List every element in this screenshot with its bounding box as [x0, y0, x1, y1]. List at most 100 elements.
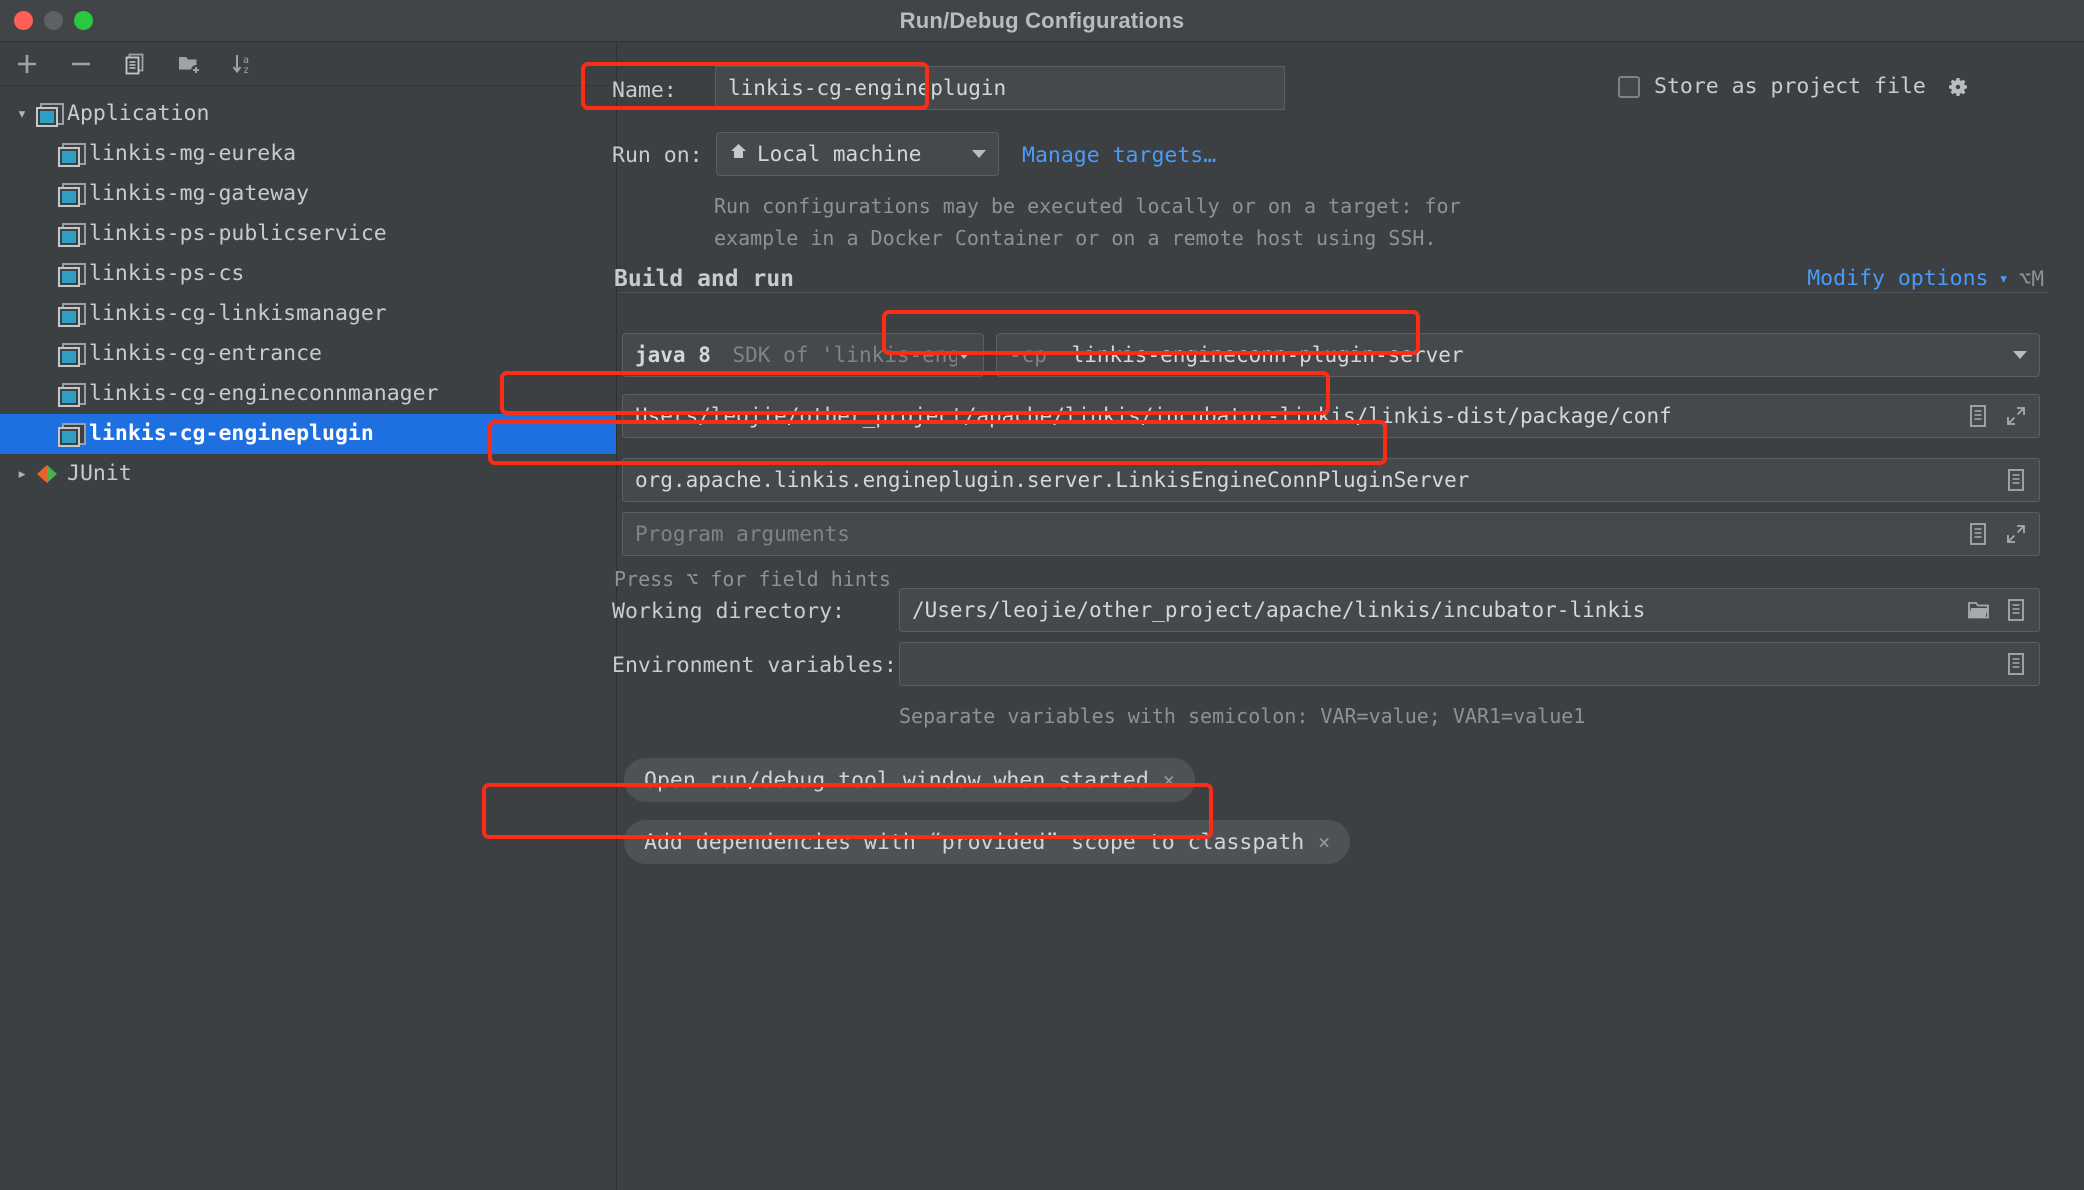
- sort-alphabetically-button[interactable]: a z: [226, 47, 260, 81]
- run-on-dropdown[interactable]: Local machine: [716, 132, 999, 176]
- application-icon: [58, 263, 86, 287]
- classpath-module-dropdown[interactable]: -cp linkis-engineconn-plugin-server: [996, 333, 2040, 377]
- vm-options-input[interactable]: Users/leojie/other_project/apache/linkis…: [622, 394, 2040, 438]
- sidebar-toolbar: a z: [0, 42, 616, 86]
- expand-editor-icon[interactable]: [2005, 405, 2027, 427]
- chevron-right-icon[interactable]: ▸: [8, 464, 36, 484]
- program-arguments-placeholder: Program arguments: [635, 522, 850, 546]
- tree-item-junit[interactable]: ▸ JUnit: [0, 454, 616, 494]
- store-as-project-file-label: Store as project file: [1654, 74, 1926, 99]
- tree-item-label: Application: [67, 101, 210, 127]
- add-configuration-button[interactable]: [10, 47, 44, 81]
- close-icon[interactable]: ×: [1318, 830, 1330, 854]
- classpath-prefix: -cp: [1009, 343, 1047, 367]
- titlebar: Run/Debug Configurations: [0, 0, 2084, 42]
- tree-item-label: linkis-cg-engineplugin: [89, 421, 374, 447]
- tree-item-linkis-cg-entrance[interactable]: linkis-cg-entrance: [0, 334, 616, 374]
- jdk-dropdown[interactable]: java 8 SDK of 'linkis-engin: [622, 333, 984, 377]
- modify-options-shortcut: ⌥M: [2018, 266, 2044, 291]
- window-controls[interactable]: [14, 11, 93, 30]
- chevron-down-icon[interactable]: [957, 351, 971, 359]
- jdk-description: SDK of 'linkis-engin: [732, 343, 957, 367]
- run-on-value: Local machine: [757, 142, 922, 166]
- macro-list-icon[interactable]: [1967, 522, 1989, 546]
- gear-icon[interactable]: [1946, 75, 1970, 99]
- tree-item-application[interactable]: ▾ Application: [0, 94, 616, 134]
- application-icon: [58, 143, 86, 167]
- chevron-down-icon[interactable]: [2013, 351, 2027, 359]
- run-debug-configurations-window: Run/Debug Configurations a z ▾ Applicati…: [0, 0, 2084, 1190]
- chip-open-run-debug-tool-window[interactable]: Open run/debug tool window when started …: [624, 758, 1195, 802]
- application-icon: [58, 343, 86, 367]
- tree-item-linkis-mg-gateway[interactable]: linkis-mg-gateway: [0, 174, 616, 214]
- chevron-down-icon[interactable]: ▾: [1998, 269, 2008, 289]
- environment-variables-hint: Separate variables with semicolon: VAR=v…: [899, 704, 1586, 728]
- configurations-tree: ▾ Application linkis-mg-eureka linkis-mg…: [0, 86, 616, 494]
- name-input[interactable]: linkis-cg-engineplugin: [715, 66, 1285, 110]
- configurations-sidebar: a z ▾ Application linkis-mg-eureka linki…: [0, 42, 617, 1190]
- junit-icon: [36, 463, 60, 485]
- tree-item-label: linkis-ps-cs: [89, 261, 245, 287]
- chip-label: Open run/debug tool window when started: [644, 767, 1149, 793]
- application-icon: [58, 183, 86, 207]
- program-arguments-input[interactable]: Program arguments: [622, 512, 2040, 556]
- name-label: Name:: [612, 78, 677, 103]
- run-on-label: Run on:: [612, 143, 703, 168]
- expand-editor-icon[interactable]: [2005, 523, 2027, 545]
- application-icon: [36, 103, 64, 127]
- copy-configuration-button[interactable]: [118, 47, 152, 81]
- modify-options-link[interactable]: Modify options: [1807, 266, 1988, 291]
- new-folder-button[interactable]: [172, 47, 206, 81]
- working-directory-label: Working directory:: [612, 599, 845, 624]
- close-icon[interactable]: ×: [1163, 768, 1175, 792]
- folder-browse-icon[interactable]: [1967, 599, 1991, 621]
- chip-add-provided-scope-dependencies[interactable]: Add dependencies with “provided” scope t…: [624, 820, 1351, 864]
- tree-item-linkis-cg-engineplugin[interactable]: linkis-cg-engineplugin: [0, 414, 616, 454]
- main-class-input[interactable]: org.apache.linkis.engineplugin.server.Li…: [622, 458, 2040, 502]
- tree-item-label: linkis-ps-publicservice: [89, 221, 387, 247]
- working-directory-value: /Users/leojie/other_project/apache/linki…: [912, 598, 1646, 622]
- tree-item-label: linkis-mg-eureka: [89, 141, 297, 167]
- application-icon: [58, 383, 86, 407]
- chevron-down-icon[interactable]: ▾: [8, 104, 36, 124]
- zoom-window-button[interactable]: [74, 11, 93, 30]
- application-icon: [58, 423, 86, 447]
- environment-variables-label: Environment variables:: [612, 653, 897, 678]
- main-class-value: org.apache.linkis.engineplugin.server.Li…: [635, 468, 1470, 492]
- manage-targets-link[interactable]: Manage targets…: [1022, 143, 1216, 168]
- svg-text:z: z: [243, 65, 249, 76]
- tree-item-linkis-mg-eureka[interactable]: linkis-mg-eureka: [0, 134, 616, 174]
- configuration-editor-panel: Name: linkis-cg-engineplugin Store as pr…: [612, 42, 2084, 1190]
- close-window-button[interactable]: [14, 11, 33, 30]
- vm-options-value: Users/leojie/other_project/apache/linkis…: [635, 404, 1672, 428]
- store-as-project-file-row[interactable]: Store as project file: [1618, 74, 1970, 99]
- window-title: Run/Debug Configurations: [899, 7, 1185, 33]
- tree-item-linkis-ps-cs[interactable]: linkis-ps-cs: [0, 254, 616, 294]
- tree-item-label: linkis-cg-entrance: [89, 341, 322, 367]
- run-on-hint-line-2: example in a Docker Container or on a re…: [714, 226, 1437, 250]
- application-icon: [58, 303, 86, 327]
- tree-item-label: JUnit: [67, 461, 132, 487]
- macro-list-icon[interactable]: [2005, 652, 2027, 676]
- chip-label: Add dependencies with “provided” scope t…: [644, 829, 1305, 855]
- working-directory-input[interactable]: /Users/leojie/other_project/apache/linki…: [899, 588, 2040, 632]
- tree-item-label: linkis-mg-gateway: [89, 181, 310, 207]
- browse-class-icon[interactable]: [2005, 468, 2027, 492]
- tree-item-linkis-cg-engineconnmanager[interactable]: linkis-cg-engineconnmanager: [0, 374, 616, 414]
- remove-configuration-button[interactable]: [64, 47, 98, 81]
- environment-variables-input[interactable]: [899, 642, 2040, 686]
- minimize-window-button[interactable]: [44, 11, 63, 30]
- store-as-project-file-checkbox[interactable]: [1618, 75, 1640, 98]
- classpath-value: linkis-engineconn-plugin-server: [1071, 343, 1464, 367]
- local-machine-icon: [729, 142, 748, 166]
- chevron-down-icon[interactable]: [972, 150, 986, 158]
- tree-item-label: linkis-cg-engineconnmanager: [89, 381, 439, 407]
- section-divider: [618, 292, 2048, 293]
- application-icon: [58, 223, 86, 247]
- tree-item-linkis-ps-publicservice[interactable]: linkis-ps-publicservice: [0, 214, 616, 254]
- tree-item-linkis-cg-linkismanager[interactable]: linkis-cg-linkismanager: [0, 294, 616, 334]
- macro-list-icon[interactable]: [2005, 598, 2027, 622]
- tree-item-label: linkis-cg-linkismanager: [89, 301, 387, 327]
- macro-list-icon[interactable]: [1967, 404, 1989, 428]
- jdk-version: java 8: [635, 343, 711, 367]
